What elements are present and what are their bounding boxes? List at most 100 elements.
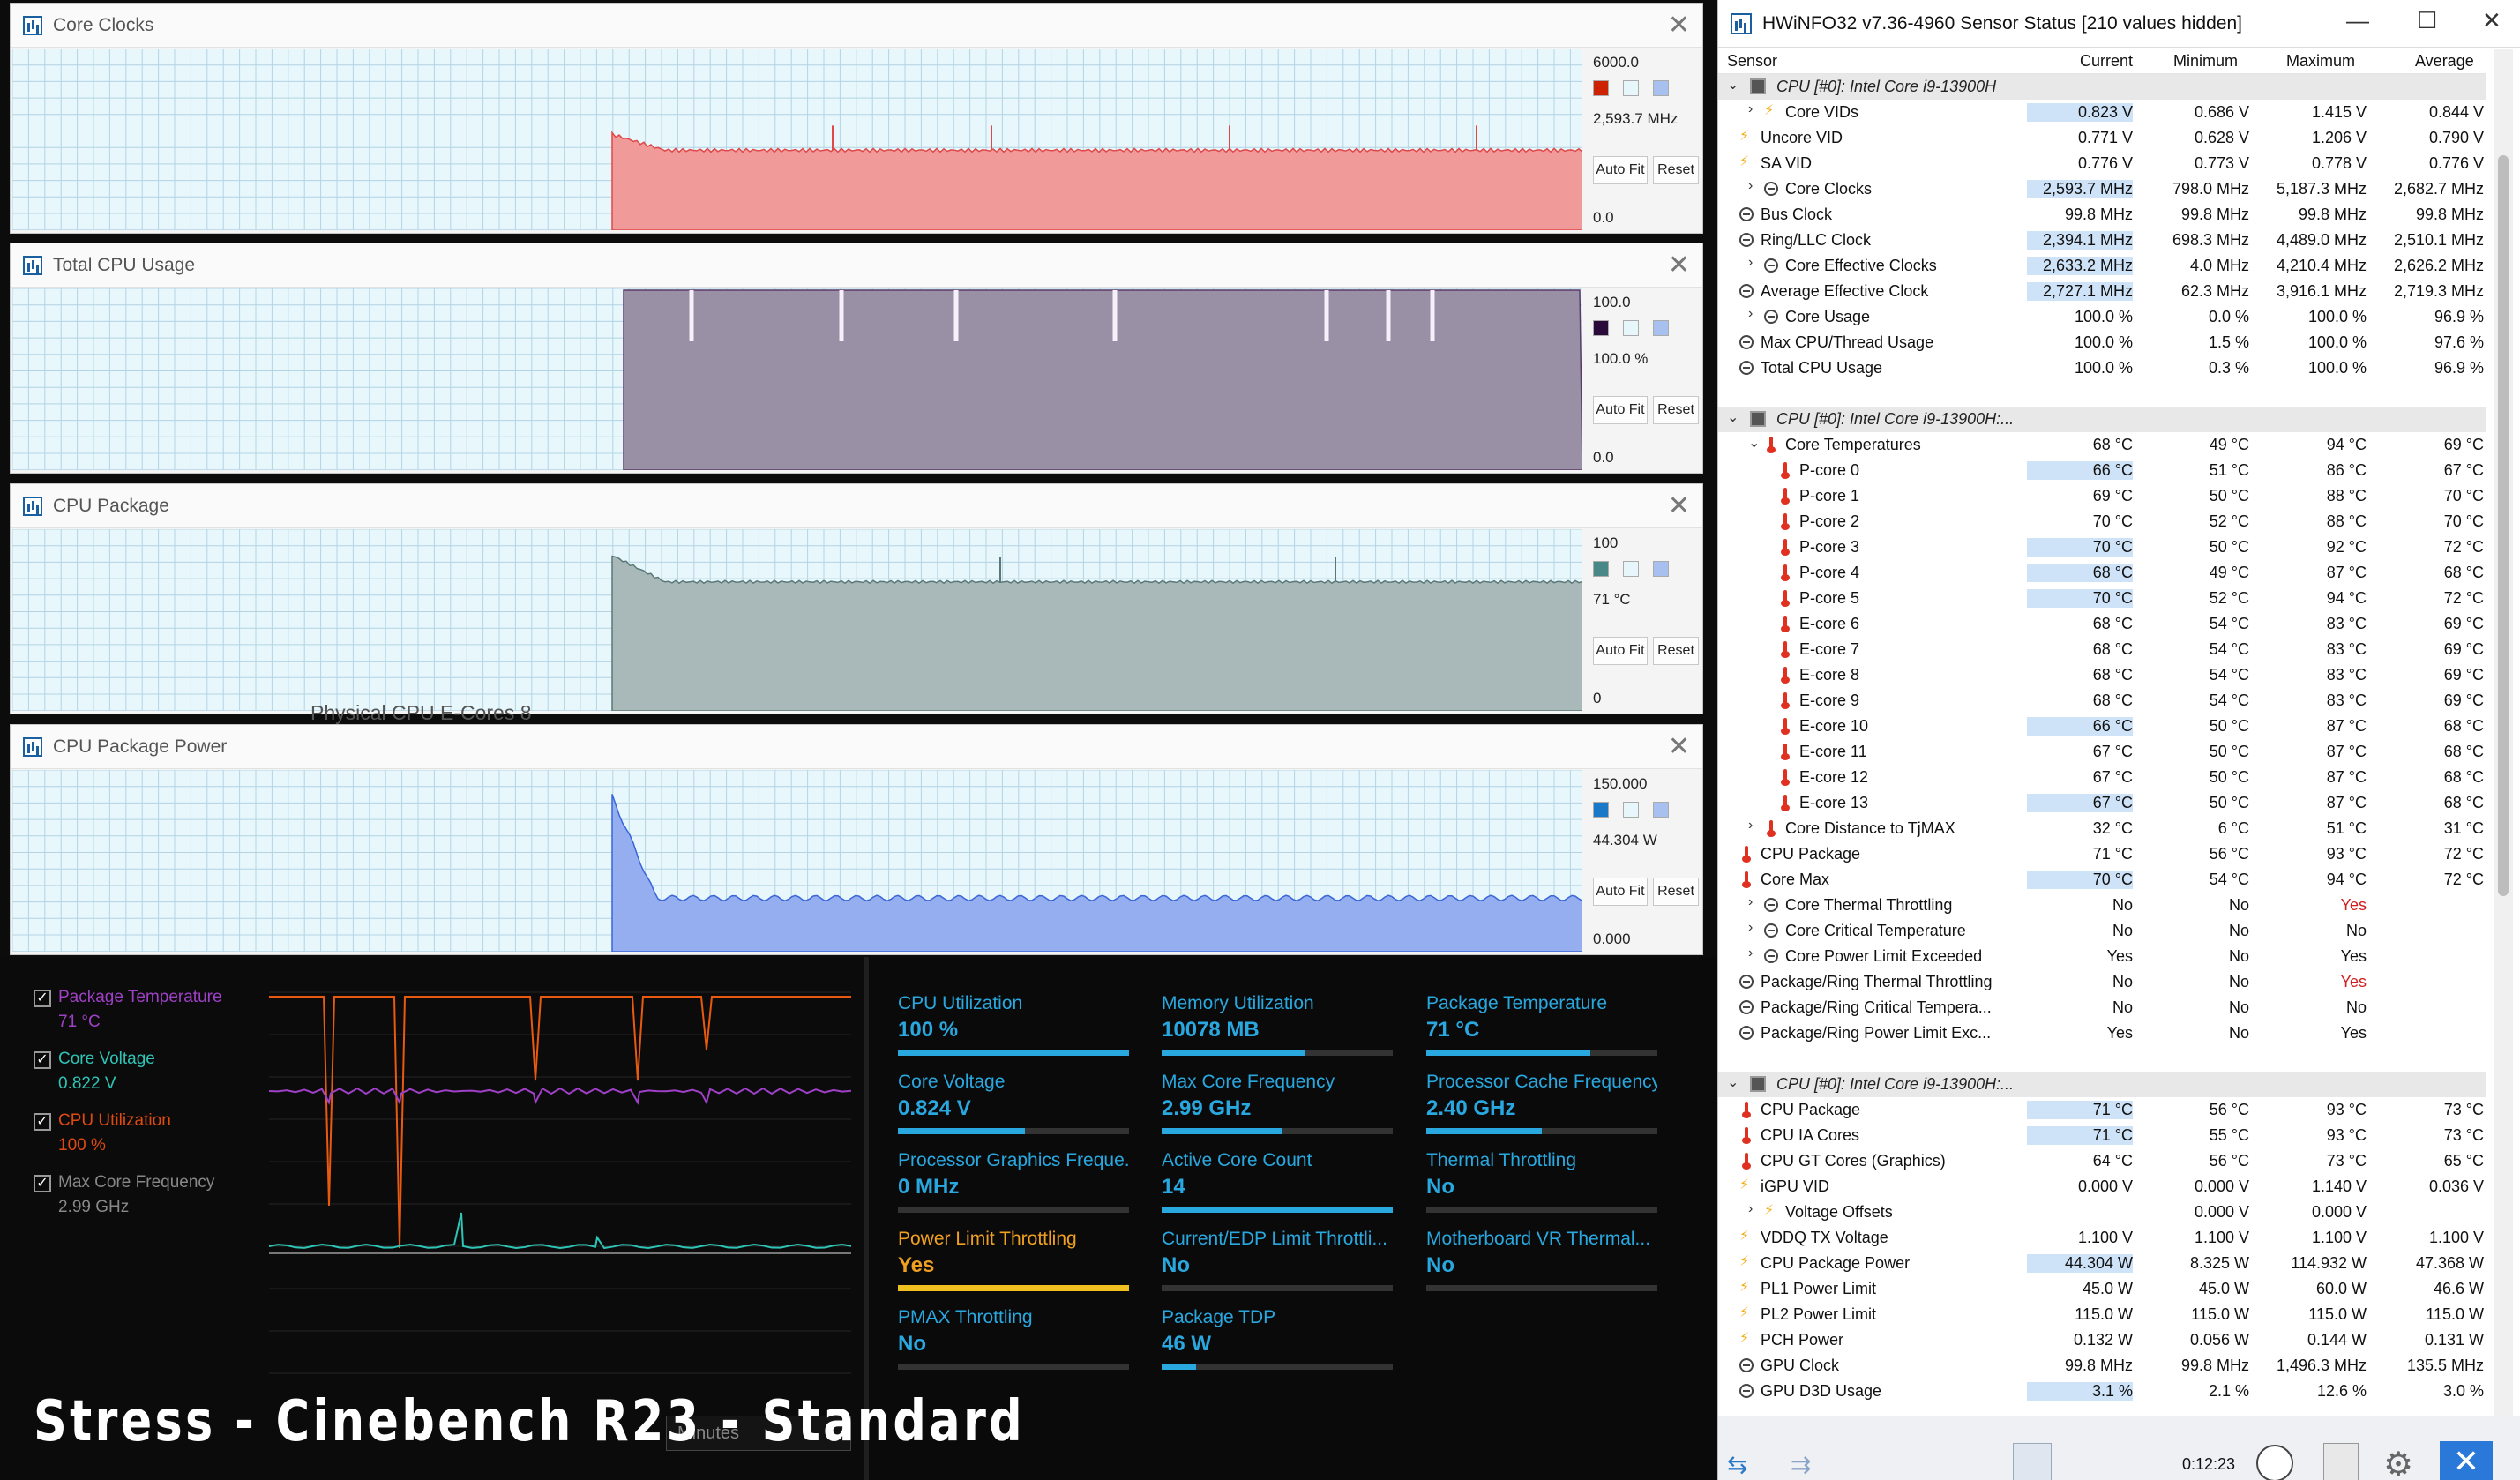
background-color-swatch[interactable] (1623, 320, 1639, 336)
nav-collapse-icon[interactable]: ⇉ (1791, 1450, 1811, 1479)
sensor-row[interactable]: › Core Power Limit Exceeded Yes No Yes (1718, 944, 2486, 969)
sensor-group-header[interactable]: ⌄ CPU [#0]: Intel Core i9-13900H (1718, 74, 2486, 100)
report-icon[interactable] (2323, 1443, 2359, 1480)
sensor-row[interactable]: E-core 11 67 °C 50 °C 87 °C 68 °C (1718, 739, 2486, 765)
sensor-row[interactable]: P-core 0 66 °C 51 °C 86 °C 67 °C (1718, 458, 2486, 483)
grid-color-swatch[interactable] (1653, 802, 1669, 818)
sensor-row[interactable]: › Core Usage 100.0 % 0.0 % 100.0 % 96.9 % (1718, 304, 2486, 330)
sensor-row[interactable]: › Core Critical Temperature No No No (1718, 918, 2486, 944)
sensor-row[interactable]: P-core 5 70 °C 52 °C 94 °C 72 °C (1718, 586, 2486, 611)
reset-button[interactable]: Reset (1653, 637, 1699, 665)
col-current[interactable]: Current (2080, 52, 2133, 71)
sensor-row[interactable]: CPU GT Cores (Graphics) 64 °C 56 °C 73 °C 65… (1718, 1148, 2486, 1174)
scrollbar[interactable] (2494, 49, 2513, 1416)
reset-button[interactable]: Reset (1653, 156, 1699, 184)
sensor-row[interactable]: E-core 6 68 °C 54 °C 83 °C 69 °C (1718, 611, 2486, 637)
sensor-row[interactable]: › Core Clocks 2,593.7 MHz 798.0 MHz 5,187.3 … (1718, 176, 2486, 202)
series-color-swatch[interactable] (1593, 802, 1609, 818)
sensor-group-header[interactable]: ⌄ CPU [#0]: Intel Core i9-13900H:... (1718, 1072, 2486, 1097)
expand-icon[interactable]: › (1748, 920, 1753, 936)
sensor-row[interactable]: Bus Clock 99.8 MHz 99.8 MHz 99.8 MHz 99.8 MH… (1718, 202, 2486, 228)
sensor-row[interactable]: Average Effective Clock 2,727.1 MHz 62.3 M… (1718, 279, 2486, 304)
sensor-row[interactable]: VDDQ TX Voltage 1.100 V 1.100 V 1.100 V 1.10… (1718, 1225, 2486, 1251)
expand-icon[interactable]: › (1748, 178, 1753, 194)
sensor-row[interactable]: CPU IA Cores 71 °C 55 °C 93 °C 73 °C (1718, 1123, 2486, 1148)
clock-icon[interactable] (2256, 1445, 2293, 1480)
sensor-group-header[interactable]: ⌄ CPU [#0]: Intel Core i9-13900H:... (1718, 407, 2486, 432)
sensor-row[interactable]: P-core 3 70 °C 50 °C 92 °C 72 °C (1718, 534, 2486, 560)
nav-left-right-icon[interactable]: ⇆ (1727, 1450, 1747, 1479)
sensor-row[interactable]: › Core Effective Clocks 2,633.2 MHz 4.0 MHz… (1718, 253, 2486, 279)
sensor-row[interactable]: Uncore VID 0.771 V 0.628 V 1.206 V 0.790 V (1718, 125, 2486, 151)
expand-icon[interactable]: › (1748, 946, 1753, 961)
sensor-row[interactable]: PCH Power 0.132 W 0.056 W 0.144 W 0.131 W (1718, 1327, 2486, 1353)
expand-icon[interactable]: › (1748, 894, 1753, 910)
sensor-row[interactable]: iGPU VID 0.000 V 0.000 V 1.140 V 0.036 V (1718, 1174, 2486, 1200)
sensor-row[interactable]: Max CPU/Thread Usage 100.0 % 1.5 % 100.0 % 9… (1718, 330, 2486, 355)
sensor-row[interactable]: Package/Ring Critical Tempera... No No No (1718, 995, 2486, 1020)
sensor-row[interactable]: P-core 2 70 °C 52 °C 88 °C 70 °C (1718, 509, 2486, 534)
sensor-row[interactable]: E-core 9 68 °C 54 °C 83 °C 69 °C (1718, 688, 2486, 714)
expand-icon[interactable]: › (1748, 818, 1753, 833)
grid-color-swatch[interactable] (1653, 80, 1669, 96)
sensor-row[interactable]: ⌄ Core Temperatures 68 °C 49 °C 94 °C 69 °C (1718, 432, 2486, 458)
grid-color-swatch[interactable] (1653, 561, 1669, 577)
sensor-row[interactable]: PL2 Power Limit 115.0 W 115.0 W 115.0 W 115.… (1718, 1302, 2486, 1327)
settings-gear-icon[interactable]: ⚙ (2383, 1445, 2413, 1480)
reset-button[interactable]: Reset (1653, 878, 1699, 906)
collapse-icon[interactable]: ⌄ (1727, 1073, 1739, 1091)
series-color-swatch[interactable] (1593, 80, 1609, 96)
sensor-row[interactable]: › Core Distance to TjMAX 32 °C 6 °C 51 °C 31 … (1718, 816, 2486, 841)
auto-fit-button[interactable]: Auto Fit (1593, 156, 1648, 184)
close-icon[interactable]: ✕ (1668, 12, 1690, 39)
sensor-row[interactable]: CPU Package 71 °C 56 °C 93 °C 72 °C (1718, 841, 2486, 867)
sensor-row[interactable]: › Core VIDs 0.823 V 0.686 V 1.415 V 0.844 V (1718, 100, 2486, 125)
close-sensors-icon[interactable]: ✕ (2440, 1441, 2493, 1480)
sensor-row[interactable]: CPU Package Power 44.304 W 8.325 W 114.932 … (1718, 1251, 2486, 1276)
expand-icon[interactable]: › (1748, 255, 1753, 271)
sensor-row[interactable]: › Core Thermal Throttling No No Yes (1718, 893, 2486, 918)
close-icon[interactable]: ✕ (1668, 252, 1690, 279)
background-color-swatch[interactable] (1623, 80, 1639, 96)
sensor-row[interactable]: Package/Ring Power Limit Exc... Yes No Yes (1718, 1020, 2486, 1046)
sensor-row[interactable]: GPU Clock 99.8 MHz 99.8 MHz 1,496.3 MHz 135.… (1718, 1353, 2486, 1379)
sensor-row[interactable]: Package/Ring Thermal Throttling No No Yes (1718, 969, 2486, 995)
sensor-row[interactable]: E-core 13 67 °C 50 °C 87 °C 68 °C (1718, 790, 2486, 816)
expand-icon[interactable]: › (1748, 1201, 1753, 1217)
legend-checkbox[interactable]: ✓ (34, 1051, 51, 1069)
expand-icon[interactable]: › (1748, 101, 1753, 117)
close-icon[interactable]: ✕ (2482, 7, 2501, 34)
sensor-row[interactable]: P-core 1 69 °C 50 °C 88 °C 70 °C (1718, 483, 2486, 509)
legend-checkbox[interactable]: ✓ (34, 1113, 51, 1131)
sensor-row[interactable]: E-core 8 68 °C 54 °C 83 °C 69 °C (1718, 662, 2486, 688)
reset-button[interactable]: Reset (1653, 396, 1699, 424)
legend-checkbox[interactable]: ✓ (34, 1175, 51, 1192)
close-icon[interactable]: ✕ (1668, 493, 1690, 519)
sensor-row[interactable]: Total CPU Usage 100.0 % 0.3 % 100.0 % 96.9 % (1718, 355, 2486, 381)
sensor-row[interactable]: E-core 10 66 °C 50 °C 87 °C 68 °C (1718, 714, 2486, 739)
sensor-row[interactable]: GPU D3D Usage 3.1 % 2.1 % 12.6 % 3.0 % (1718, 1379, 2486, 1404)
sensor-row[interactable]: Core Max 70 °C 54 °C 94 °C 72 °C (1718, 867, 2486, 893)
grid-color-swatch[interactable] (1653, 320, 1669, 336)
expand-icon[interactable]: › (1748, 306, 1753, 322)
sensor-row[interactable]: PL1 Power Limit 45.0 W 45.0 W 60.0 W 46.6 W (1718, 1276, 2486, 1302)
sensor-row[interactable]: Ring/LLC Clock 2,394.1 MHz 698.3 MHz 4,489.… (1718, 228, 2486, 253)
sensor-row[interactable]: P-core 4 68 °C 49 °C 87 °C 68 °C (1718, 560, 2486, 586)
legend-checkbox[interactable]: ✓ (34, 990, 51, 1007)
sensor-row[interactable]: E-core 7 68 °C 54 °C 83 °C 69 °C (1718, 637, 2486, 662)
collapse-icon[interactable]: ⌄ (1727, 76, 1739, 93)
auto-fit-button[interactable]: Auto Fit (1593, 396, 1648, 424)
maximize-icon[interactable]: ☐ (2417, 7, 2437, 34)
sensor-row[interactable]: › Voltage Offsets 0.000 V 0.000 V (1718, 1200, 2486, 1225)
close-icon[interactable]: ✕ (1668, 734, 1690, 760)
col-minimum[interactable]: Minimum (2173, 52, 2238, 71)
auto-fit-button[interactable]: Auto Fit (1593, 637, 1648, 665)
sensor-row[interactable]: SA VID 0.776 V 0.773 V 0.778 V 0.776 V (1718, 151, 2486, 176)
auto-fit-button[interactable]: Auto Fit (1593, 878, 1648, 906)
sensor-row[interactable]: E-core 12 67 °C 50 °C 87 °C 68 °C (1718, 765, 2486, 790)
col-maximum[interactable]: Maximum (2286, 52, 2355, 71)
background-color-swatch[interactable] (1623, 561, 1639, 577)
collapse-icon[interactable]: ⌄ (1727, 408, 1739, 426)
series-color-swatch[interactable] (1593, 561, 1609, 577)
collapse-icon[interactable]: ⌄ (1748, 434, 1760, 452)
